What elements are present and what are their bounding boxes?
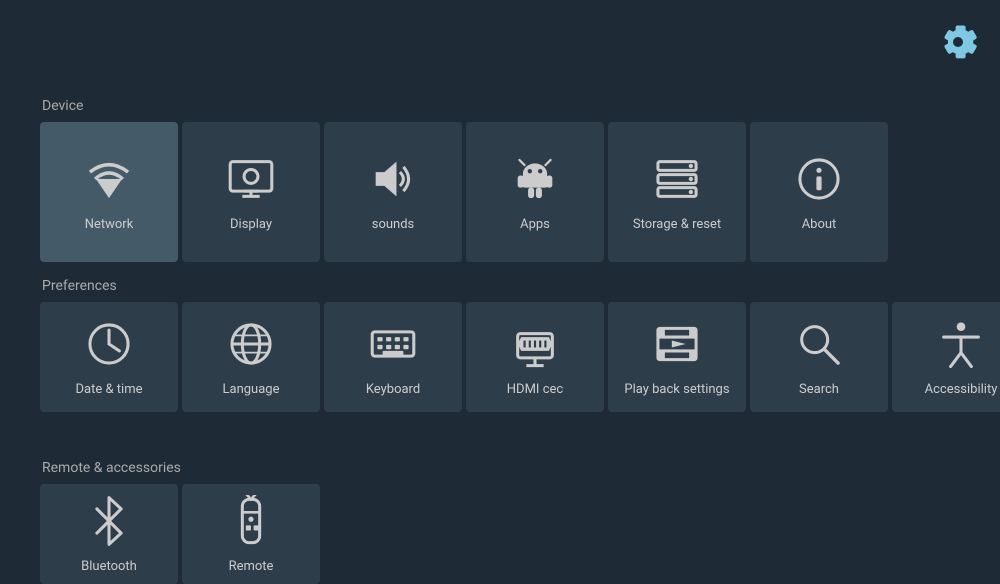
tile-bluetooth[interactable]: Bluetooth bbox=[40, 484, 178, 584]
about-label: About bbox=[802, 217, 837, 232]
search-label: Search bbox=[799, 382, 839, 397]
apps-icon bbox=[509, 153, 561, 205]
preferences-label: Preferences bbox=[0, 278, 1000, 294]
remote-icon bbox=[225, 495, 277, 547]
hdmi-label: HDMI cec bbox=[507, 382, 563, 397]
keyboard-icon bbox=[367, 318, 419, 370]
info-icon bbox=[793, 153, 845, 205]
tile-keyboard[interactable]: Keyboard bbox=[324, 302, 462, 412]
tile-accessibility[interactable]: Accessibility bbox=[892, 302, 1000, 412]
bluetooth-icon bbox=[83, 495, 135, 547]
network-label: Network bbox=[85, 217, 134, 232]
tile-sounds[interactable]: sounds bbox=[324, 122, 462, 262]
globe-icon bbox=[225, 318, 277, 370]
tile-about[interactable]: About bbox=[750, 122, 888, 262]
date-time-label: Date & time bbox=[76, 382, 143, 397]
tile-apps[interactable]: Apps bbox=[466, 122, 604, 262]
accessibility-icon bbox=[935, 318, 987, 370]
hdmi-icon bbox=[509, 318, 561, 370]
search-icon bbox=[793, 318, 845, 370]
tile-network[interactable]: Network bbox=[40, 122, 178, 262]
display-icon bbox=[225, 153, 277, 205]
apps-label: Apps bbox=[520, 217, 550, 232]
remote-section: Remote & accessories Bluetooth Remote bbox=[0, 460, 1000, 584]
storage-label: Storage & reset bbox=[633, 217, 721, 232]
bluetooth-label: Bluetooth bbox=[81, 559, 137, 574]
keyboard-label: Keyboard bbox=[366, 382, 420, 397]
remote-tiles: Bluetooth Remote bbox=[0, 484, 1000, 584]
remote-label-text: Remote bbox=[229, 559, 274, 574]
clock-icon bbox=[83, 318, 135, 370]
tile-language[interactable]: Language bbox=[182, 302, 320, 412]
remote-label: Remote & accessories bbox=[0, 460, 1000, 476]
tile-storage[interactable]: Storage & reset bbox=[608, 122, 746, 262]
device-tiles: Network Display sounds bbox=[0, 122, 1000, 262]
sounds-label: sounds bbox=[372, 217, 415, 232]
tile-remote[interactable]: Remote bbox=[182, 484, 320, 584]
settings-icon-container[interactable] bbox=[934, 18, 982, 66]
volume-icon bbox=[367, 153, 419, 205]
tile-playback[interactable]: Play back settings bbox=[608, 302, 746, 412]
language-label: Language bbox=[223, 382, 280, 397]
preferences-section: Preferences Date & time Language bbox=[0, 278, 1000, 412]
tile-display[interactable]: Display bbox=[182, 122, 320, 262]
accessibility-label: Accessibility bbox=[925, 382, 998, 397]
tile-hdmi[interactable]: HDMI cec bbox=[466, 302, 604, 412]
tile-search[interactable]: Search bbox=[750, 302, 888, 412]
display-label: Display bbox=[230, 217, 272, 232]
film-icon bbox=[651, 318, 703, 370]
tile-date-time[interactable]: Date & time bbox=[40, 302, 178, 412]
wifi-icon bbox=[83, 153, 135, 205]
playback-label: Play back settings bbox=[624, 382, 729, 397]
device-label: Device bbox=[0, 98, 1000, 114]
preferences-tiles: Date & time Language bbox=[0, 302, 1000, 412]
storage-icon bbox=[651, 153, 703, 205]
device-section: Device Network Display bbox=[0, 98, 1000, 262]
